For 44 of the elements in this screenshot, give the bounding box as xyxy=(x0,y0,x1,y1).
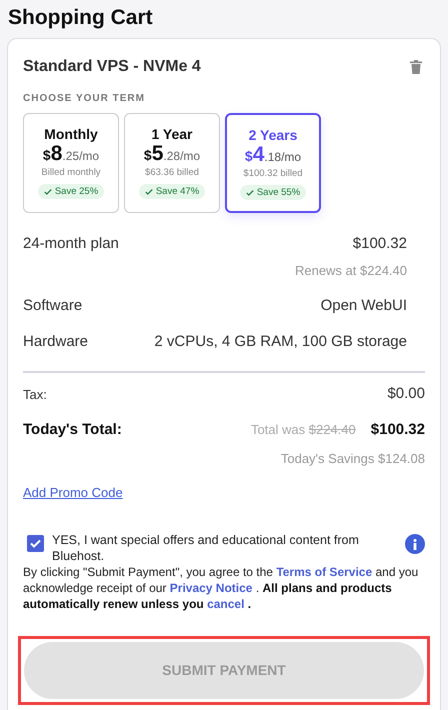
trash-icon[interactable] xyxy=(410,60,422,74)
legal-link[interactable]: cancel xyxy=(207,597,244,611)
detail-label: Software xyxy=(23,296,82,316)
term-label: 1 Year xyxy=(151,126,192,143)
term-option[interactable]: 1 Year $5.28/mo $63.36 billed Save 47% xyxy=(124,113,220,213)
tax-label: Tax: xyxy=(23,386,47,404)
offers-text: YES, I want special offers and educational content from Bluehost. xyxy=(52,532,360,564)
savings-text: Today's Savings $124.08 xyxy=(280,450,425,468)
check-icon xyxy=(144,188,153,194)
savings-text: Save 47% xyxy=(156,185,200,199)
detail-value: Open WebUI xyxy=(320,296,407,316)
term-label: 2 Years xyxy=(248,127,298,144)
renewal-text: Renews at $224.40 xyxy=(294,262,407,280)
previous-total: Total was $224.40 xyxy=(250,421,356,439)
info-icon[interactable] xyxy=(405,534,425,554)
total-label: Today's Total: xyxy=(23,420,122,440)
term-price: $8.25/mo xyxy=(42,143,100,167)
check-icon xyxy=(44,188,52,194)
detail-label: Hardware xyxy=(23,332,88,352)
savings-text: Save 55% xyxy=(256,186,300,200)
billed-text: $63.36 billed xyxy=(145,167,199,179)
term-option[interactable]: 2 Years $4.18/mo $100.32 billed Save 55% xyxy=(225,113,321,213)
legal-text: By clicking "Submit Payment", you agree to the Terms of Service and you acknowledge receipt of our Privacy Notice . All plans and products automatically renew unless you cancel . xyxy=(23,564,420,612)
section-label: CHOOSE YOUR TERM xyxy=(23,92,146,106)
page-title: Shopping Cart xyxy=(7,5,154,31)
term-price: $5.28/mo xyxy=(144,143,200,167)
check-icon xyxy=(246,190,254,196)
total-value: $100.32 xyxy=(370,420,425,440)
plan-price: $100.32 xyxy=(352,234,407,254)
term-label: Monthly xyxy=(44,126,98,143)
savings-text: Save 25% xyxy=(54,185,98,199)
legal-link[interactable]: Privacy Notice xyxy=(170,581,252,595)
check-icon xyxy=(30,539,41,548)
billed-text: $100.32 billed xyxy=(243,168,303,180)
promo-code-link[interactable]: Add Promo Code xyxy=(23,482,123,502)
term-option[interactable]: Monthly $8.25/mo Billed monthly Save 25% xyxy=(23,113,119,213)
legal-link[interactable]: Terms of Service xyxy=(276,565,372,579)
checkbox[interactable] xyxy=(27,535,44,552)
product-name: Standard VPS - NVMe 4 xyxy=(23,57,201,77)
detail-value: 2 vCPUs, 4 GB RAM, 100 GB storage xyxy=(154,332,407,352)
tax-value: $0.00 xyxy=(387,384,425,404)
plan-label: 24-month plan xyxy=(23,234,119,254)
billed-text: Billed monthly xyxy=(41,167,101,179)
term-price: $4.18/mo xyxy=(244,144,302,168)
